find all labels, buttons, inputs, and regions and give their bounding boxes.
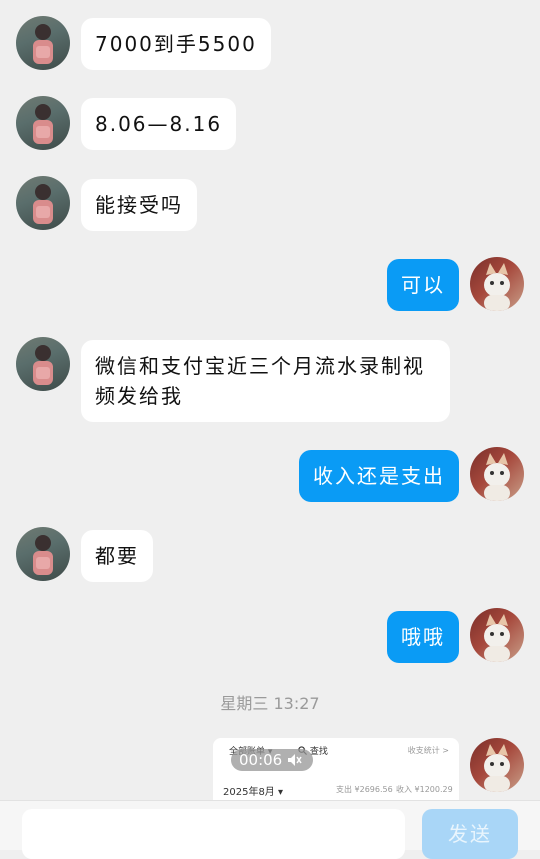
contact-avatar[interactable] <box>16 176 70 230</box>
contact-avatar[interactable] <box>16 16 70 70</box>
message-input[interactable] <box>22 809 405 859</box>
composer-bar: 发送 <box>0 800 540 859</box>
message-bubble[interactable]: 8.06—8.16 <box>81 98 237 150</box>
expense-total: 支出 ¥2696.56 <box>336 785 393 794</box>
send-button[interactable]: 发送 <box>422 809 518 859</box>
video-duration: 00:06 <box>239 751 283 769</box>
message-bubble[interactable]: 收入还是支出 <box>299 450 459 502</box>
stats-link: 收支统计 > <box>407 746 449 755</box>
person-icon <box>33 345 53 385</box>
my-avatar[interactable] <box>470 447 524 501</box>
chat-area[interactable]: 7000到手5500 8.06—8.16 能接受吗 可以 微信和支付宝近三个月流… <box>0 0 540 800</box>
person-icon <box>33 104 53 144</box>
message-bubble[interactable]: 微信和支付宝近三个月流水录制视频发给我 <box>81 340 450 422</box>
person-icon <box>33 535 53 575</box>
cat-icon <box>484 453 510 501</box>
my-avatar[interactable] <box>470 257 524 311</box>
my-avatar[interactable] <box>470 608 524 662</box>
contact-avatar[interactable] <box>16 337 70 391</box>
person-icon <box>33 24 53 64</box>
cat-icon <box>484 263 510 311</box>
message-bubble[interactable]: 能接受吗 <box>81 179 197 231</box>
cat-icon <box>484 744 510 792</box>
timestamp: 星期三 13:27 <box>220 694 320 713</box>
message-bubble[interactable]: 可以 <box>387 259 459 311</box>
mute-icon <box>288 754 302 766</box>
message-bubble[interactable]: 都要 <box>81 530 153 582</box>
contact-avatar[interactable] <box>16 96 70 150</box>
income-total: 收入 ¥1200.29 <box>396 785 453 794</box>
contact-avatar[interactable] <box>16 527 70 581</box>
message-bubble[interactable]: 7000到手5500 <box>81 18 271 70</box>
month-selector: 2025年8月 ▾ <box>223 787 284 798</box>
my-avatar[interactable] <box>470 738 524 792</box>
person-icon <box>33 184 53 224</box>
message-bubble[interactable]: 哦哦 <box>387 611 459 663</box>
cat-icon <box>484 614 510 662</box>
video-duration-chip[interactable]: 00:06 <box>231 749 313 771</box>
search-text: 查找 <box>309 747 328 757</box>
